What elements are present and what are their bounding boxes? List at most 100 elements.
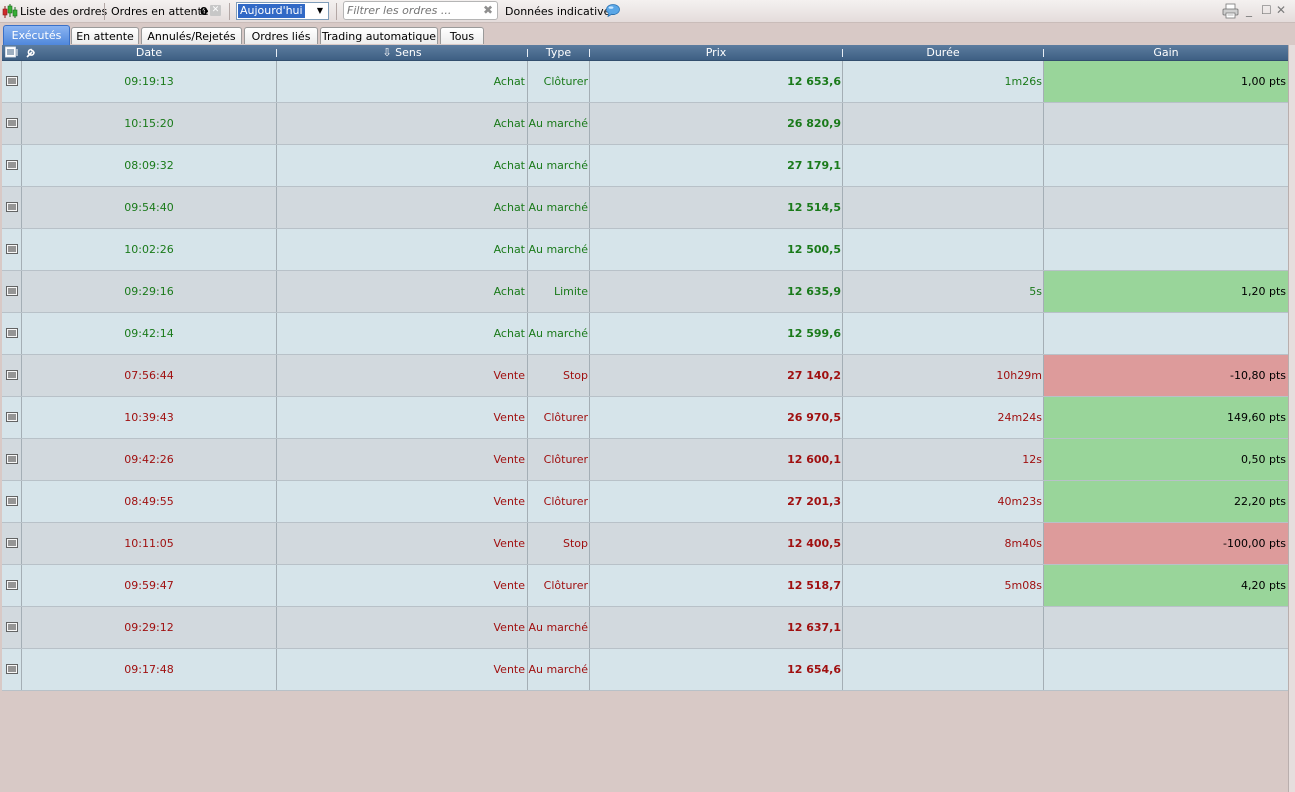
toolbar-separator	[229, 3, 230, 20]
cell-duree	[843, 313, 1043, 354]
tab-en-attente[interactable]: En attente	[71, 27, 139, 44]
cell-date: 09:42:14	[124, 327, 174, 340]
table-row[interactable]: 09:29:16 Achat Limite 12 635,9 5s 1,20 pts	[2, 271, 1288, 313]
sort-down-arrow-icon: ⇩	[382, 46, 392, 59]
cell-duree: 12s	[1022, 453, 1042, 466]
clear-filter-icon[interactable]: ✖	[483, 3, 493, 18]
cell-prix: 12 599,6	[787, 327, 841, 340]
cell-type: Clôturer	[543, 495, 588, 508]
cell-date: 09:29:12	[124, 621, 174, 634]
cell-type: Au marché	[528, 621, 588, 634]
cell-type: Au marché	[528, 159, 588, 172]
column-header-date[interactable]: Date	[22, 45, 276, 60]
cell-type: Clôturer	[543, 411, 588, 424]
cell-duree	[843, 229, 1043, 270]
pending-orders-label: Ordres en attente	[111, 5, 209, 18]
order-details-icon[interactable]	[2, 61, 21, 102]
cell-type: Clôturer	[543, 453, 588, 466]
table-row[interactable]: 09:42:14 Achat Au marché 12 599,6	[2, 313, 1288, 355]
cell-sens: Achat	[493, 75, 525, 88]
table-row[interactable]: 09:19:13 Achat Clôturer 12 653,6 1m26s 1,00 p…	[2, 61, 1288, 103]
tab-annules-rejetes[interactable]: Annulés/Rejetés	[141, 27, 242, 44]
filter-input[interactable]	[347, 3, 477, 18]
column-header-duree[interactable]: Durée	[843, 45, 1043, 60]
clear-pending-icon[interactable]: ✕	[210, 5, 221, 16]
tab-executes[interactable]: Exécutés	[3, 25, 70, 45]
cell-gain: 1,00 pts	[1044, 61, 1288, 102]
order-details-icon[interactable]	[2, 229, 21, 270]
tab-trading-automatique[interactable]: Trading automatique	[320, 27, 438, 44]
cell-type: Limite	[553, 285, 588, 298]
column-chooser-icon[interactable]	[5, 46, 19, 61]
cell-prix: 27 179,1	[787, 159, 841, 172]
column-header-sens[interactable]: ⇩ Sens	[277, 45, 527, 60]
order-details-icon[interactable]	[2, 187, 21, 228]
table-row[interactable]: 10:11:05 Vente Stop 12 400,5 8m40s -100,00 pt…	[2, 523, 1288, 565]
table-row[interactable]: 09:54:40 Achat Au marché 12 514,5	[2, 187, 1288, 229]
order-details-icon[interactable]	[2, 271, 21, 312]
table-row[interactable]: 09:29:12 Vente Au marché 12 637,1	[2, 607, 1288, 649]
column-header-gain[interactable]: Gain	[1044, 45, 1288, 60]
filter-box[interactable]: ✖	[343, 1, 498, 20]
table-row[interactable]: 10:15:20 Achat Au marché 26 820,9	[2, 103, 1288, 145]
cell-date: 09:29:16	[124, 285, 174, 298]
order-details-icon[interactable]	[2, 565, 21, 606]
column-header-type[interactable]: Type	[528, 45, 589, 60]
cell-sens: Achat	[493, 327, 525, 340]
chevron-down-icon[interactable]: ▼	[313, 4, 327, 18]
order-details-icon[interactable]	[2, 355, 21, 396]
cell-gain	[1044, 103, 1288, 144]
cell-sens: Vente	[493, 621, 526, 634]
minimize-icon[interactable]: _	[1246, 2, 1252, 18]
toolbar-separator	[104, 3, 105, 20]
cell-gain: 4,20 pts	[1044, 565, 1288, 606]
tab-tous[interactable]: Tous	[440, 27, 484, 44]
close-icon[interactable]: ✕	[1276, 2, 1286, 18]
cell-duree: 40m23s	[997, 495, 1042, 508]
cell-prix: 12 514,5	[787, 201, 841, 214]
period-select[interactable]: Aujourd'hui ▼	[236, 2, 329, 20]
order-details-icon[interactable]	[2, 523, 21, 564]
column-header-prix[interactable]: Prix	[590, 45, 842, 60]
indicative-data-label: Données indicatives	[505, 5, 617, 18]
cell-prix: 27 201,3	[787, 495, 841, 508]
cell-type: Stop	[562, 537, 588, 550]
cell-type: Clôturer	[543, 75, 588, 88]
cell-type: Au marché	[528, 327, 588, 340]
info-bubble-icon[interactable]	[606, 4, 620, 20]
table-row[interactable]: 09:17:48 Vente Au marché 12 654,6	[2, 649, 1288, 691]
cell-sens: Vente	[493, 453, 526, 466]
order-details-icon[interactable]	[2, 439, 21, 480]
table-row[interactable]: 09:42:26 Vente Clôturer 12 600,1 12s 0,50 pts	[2, 439, 1288, 481]
table-row[interactable]: 08:09:32 Achat Au marché 27 179,1	[2, 145, 1288, 187]
table-row[interactable]: 09:59:47 Vente Clôturer 12 518,7 5m08s 4,20 p…	[2, 565, 1288, 607]
cell-duree: 5m08s	[1004, 579, 1042, 592]
table-row[interactable]: 08:49:55 Vente Clôturer 27 201,3 40m23s 22,20…	[2, 481, 1288, 523]
cell-prix: 12 600,1	[787, 453, 841, 466]
print-icon[interactable]	[1222, 3, 1239, 22]
cell-gain: 0,50 pts	[1044, 439, 1288, 480]
order-details-icon[interactable]	[2, 103, 21, 144]
order-details-icon[interactable]	[2, 607, 21, 648]
tab-ordres-lies[interactable]: Ordres liés	[244, 27, 318, 44]
cell-duree	[843, 103, 1043, 144]
cell-gain: -10,80 pts	[1044, 355, 1288, 396]
cell-duree: 10h29m	[996, 369, 1042, 382]
orders-list-title: Liste des ordres	[20, 5, 108, 18]
maximize-icon[interactable]: ☐	[1261, 2, 1272, 18]
cell-gain: 22,20 pts	[1044, 481, 1288, 522]
table-row[interactable]: 10:39:43 Vente Clôturer 26 970,5 24m24s 149,6…	[2, 397, 1288, 439]
order-details-icon[interactable]	[2, 145, 21, 186]
order-details-icon[interactable]	[2, 397, 21, 438]
order-details-icon[interactable]	[2, 649, 21, 690]
orders-grid: Date ⇩ Sens Type Prix Durée Gain 09:19:1…	[2, 45, 1288, 691]
table-row[interactable]: 10:02:26 Achat Au marché 12 500,5	[2, 229, 1288, 271]
table-row[interactable]: 07:56:44 Vente Stop 27 140,2 10h29m -10,80 pt…	[2, 355, 1288, 397]
cell-gain	[1044, 313, 1288, 354]
order-details-icon[interactable]	[2, 313, 21, 354]
grid-header: Date ⇩ Sens Type Prix Durée Gain	[2, 45, 1288, 61]
cell-date: 08:49:55	[124, 495, 174, 508]
order-details-icon[interactable]	[2, 481, 21, 522]
cell-duree	[843, 187, 1043, 228]
cell-date: 10:02:26	[124, 243, 174, 256]
